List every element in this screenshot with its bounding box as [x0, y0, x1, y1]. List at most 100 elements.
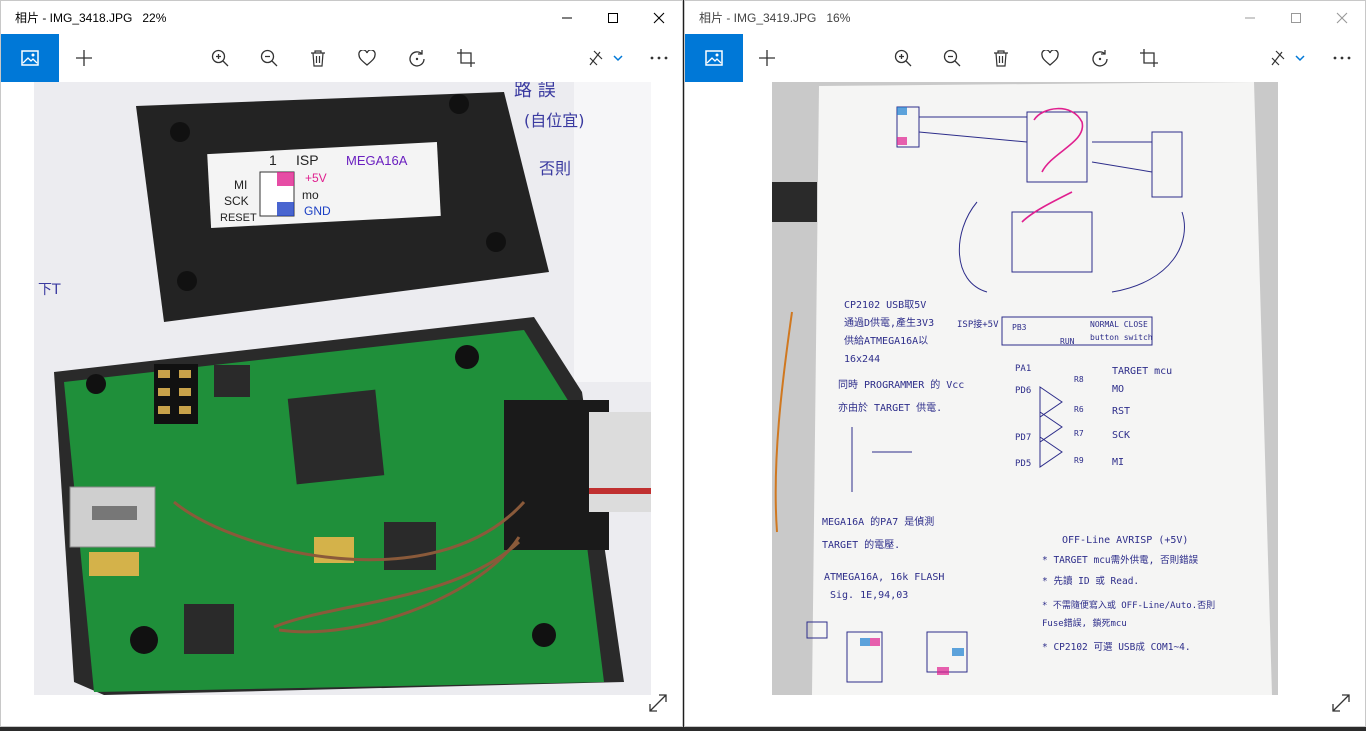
add-button[interactable]: [747, 34, 787, 82]
more-button[interactable]: [639, 34, 679, 82]
maximize-button[interactable]: [590, 1, 636, 34]
svg-text:PD5: PD5: [1015, 459, 1031, 469]
svg-text:RST: RST: [1112, 406, 1130, 417]
photo-viewer[interactable]: CP2102 USB取5V 通過D供電,產生3V3 供給ATMEGA16A以 1…: [685, 82, 1365, 726]
favorite-button[interactable]: [1030, 34, 1070, 82]
rotate-icon: [409, 50, 425, 67]
minimize-button[interactable]: [1227, 1, 1273, 34]
edit-create-icon: [1271, 50, 1305, 66]
zoom-out-button[interactable]: [932, 34, 972, 82]
fullscreen-button[interactable]: [1326, 688, 1356, 718]
close-button[interactable]: [636, 1, 682, 34]
photo-icon: [705, 50, 723, 66]
svg-text:* CP2102 可選 USB成 COM1~4.: * CP2102 可選 USB成 COM1~4.: [1042, 641, 1191, 653]
toolbar: [685, 34, 1365, 82]
svg-text:通過D供電,產生3V3: 通過D供電,產生3V3: [844, 316, 934, 329]
rotate-button[interactable]: [1080, 34, 1120, 82]
delete-button[interactable]: [298, 34, 338, 82]
svg-text:* 先讀 ID 或 Read.: * 先讀 ID 或 Read.: [1042, 575, 1139, 587]
svg-text:SCK: SCK: [224, 194, 249, 208]
zoom-out-icon: [260, 49, 278, 67]
crop-icon: [457, 49, 475, 67]
svg-text:16x244: 16x244: [844, 354, 880, 365]
maximize-icon: [1291, 12, 1301, 23]
rotate-button[interactable]: [397, 34, 437, 82]
desktop: 相片 - IMG_3418.JPG 22% 路 誤 (自位宜) 否則 下T 1 …: [0, 0, 1366, 731]
titlebar[interactable]: 相片 - IMG_3418.JPG 22%: [1, 1, 682, 34]
svg-text:(自位宜): (自位宜): [524, 111, 585, 130]
photo-icon: [21, 50, 39, 66]
caption-buttons: [1227, 1, 1365, 34]
svg-text:PD6: PD6: [1015, 386, 1031, 396]
svg-text:TARGET mcu: TARGET mcu: [1112, 366, 1172, 377]
trash-icon: [994, 50, 1008, 67]
svg-text:MI: MI: [234, 178, 247, 192]
taskbar-strip: [0, 727, 1366, 731]
titlebar[interactable]: 相片 - IMG_3419.JPG 16%: [685, 1, 1365, 34]
svg-text:OFF-Line AVRISP (+5V): OFF-Line AVRISP (+5V): [1062, 535, 1188, 546]
crop-button[interactable]: [446, 34, 486, 82]
svg-text:R7: R7: [1074, 429, 1084, 438]
svg-text:同時 PROGRAMMER 的 Vcc: 同時 PROGRAMMER 的 Vcc: [838, 378, 964, 391]
svg-text:* TARGET mcu需外供電, 否則錯誤: * TARGET mcu需外供電, 否則錯誤: [1042, 554, 1199, 566]
zoom-in-icon: [894, 49, 912, 67]
zoom-out-icon: [943, 49, 961, 67]
svg-text:供給ATMEGA16A以: 供給ATMEGA16A以: [844, 334, 928, 347]
close-icon: [653, 12, 665, 23]
svg-text:MO: MO: [1112, 384, 1124, 395]
edit-create-button[interactable]: [581, 34, 631, 82]
delete-button[interactable]: [981, 34, 1021, 82]
svg-text:ISP: ISP: [296, 152, 319, 168]
svg-text:MEGA16A 的PA7 是偵測: MEGA16A 的PA7 是偵測: [822, 515, 934, 528]
edit-create-button[interactable]: [1263, 34, 1313, 82]
more-icon: [650, 56, 668, 60]
zoom-in-icon: [211, 49, 229, 67]
schematic-photo: CP2102 USB取5V 通過D供電,產生3V3 供給ATMEGA16A以 1…: [772, 82, 1278, 695]
rotate-icon: [1092, 50, 1108, 67]
zoom-out-button[interactable]: [249, 34, 289, 82]
svg-text:SCK: SCK: [1112, 430, 1130, 441]
svg-text:CP2102 USB取5V: CP2102 USB取5V: [844, 299, 926, 311]
svg-text:mo: mo: [302, 188, 319, 202]
svg-text:Sig. 1E,94,03: Sig. 1E,94,03: [830, 590, 908, 601]
minimize-icon: [562, 17, 572, 18]
plus-icon: [76, 50, 92, 66]
add-button[interactable]: [64, 34, 104, 82]
plus-icon: [759, 50, 775, 66]
heart-icon: [1041, 50, 1059, 66]
svg-text:button switch: button switch: [1090, 333, 1153, 342]
maximize-button[interactable]: [1273, 1, 1319, 34]
favorite-button[interactable]: [347, 34, 387, 82]
trash-icon: [311, 50, 325, 67]
minimize-icon: [1245, 17, 1255, 18]
photos-window-right[interactable]: 相片 - IMG_3419.JPG 16% CP2102 USB取5V 通過D供…: [684, 0, 1366, 727]
svg-text:+5V: +5V: [305, 171, 327, 185]
photo-viewer[interactable]: 路 誤 (自位宜) 否則 下T 1 ISP MEGA16A MI SCK RES…: [1, 82, 682, 726]
close-button[interactable]: [1319, 1, 1365, 34]
svg-text:R8: R8: [1074, 375, 1084, 384]
expand-icon: [1332, 694, 1350, 712]
svg-text:RUN: RUN: [1060, 337, 1075, 346]
svg-text:NORMAL CLOSE: NORMAL CLOSE: [1090, 320, 1148, 329]
toolbar: [1, 34, 682, 82]
photo-tile-button[interactable]: [1, 34, 59, 82]
minimize-button[interactable]: [544, 1, 590, 34]
svg-text:PA1: PA1: [1015, 364, 1031, 374]
svg-text:路 誤: 路 誤: [514, 82, 556, 101]
window-title: 相片 - IMG_3419.JPG 16%: [699, 11, 851, 25]
heart-icon: [358, 50, 376, 66]
crop-button[interactable]: [1129, 34, 1169, 82]
fullscreen-button[interactable]: [643, 688, 673, 718]
svg-text:Fuse錯誤, 鎖死mcu: Fuse錯誤, 鎖死mcu: [1042, 617, 1127, 629]
zoom-in-button[interactable]: [200, 34, 240, 82]
photos-window-left[interactable]: 相片 - IMG_3418.JPG 22% 路 誤 (自位宜) 否則 下T 1 …: [0, 0, 683, 727]
more-button[interactable]: [1322, 34, 1362, 82]
svg-text:ATMEGA16A, 16k FLASH: ATMEGA16A, 16k FLASH: [824, 572, 944, 583]
photo-tile-button[interactable]: [685, 34, 743, 82]
window-title: 相片 - IMG_3418.JPG 22%: [15, 11, 167, 25]
caption-buttons: [544, 1, 682, 34]
zoom-in-button[interactable]: [883, 34, 923, 82]
svg-text:ISP接+5V: ISP接+5V: [957, 318, 999, 330]
svg-text:RESET: RESET: [220, 212, 257, 224]
svg-text:PD7: PD7: [1015, 433, 1031, 443]
